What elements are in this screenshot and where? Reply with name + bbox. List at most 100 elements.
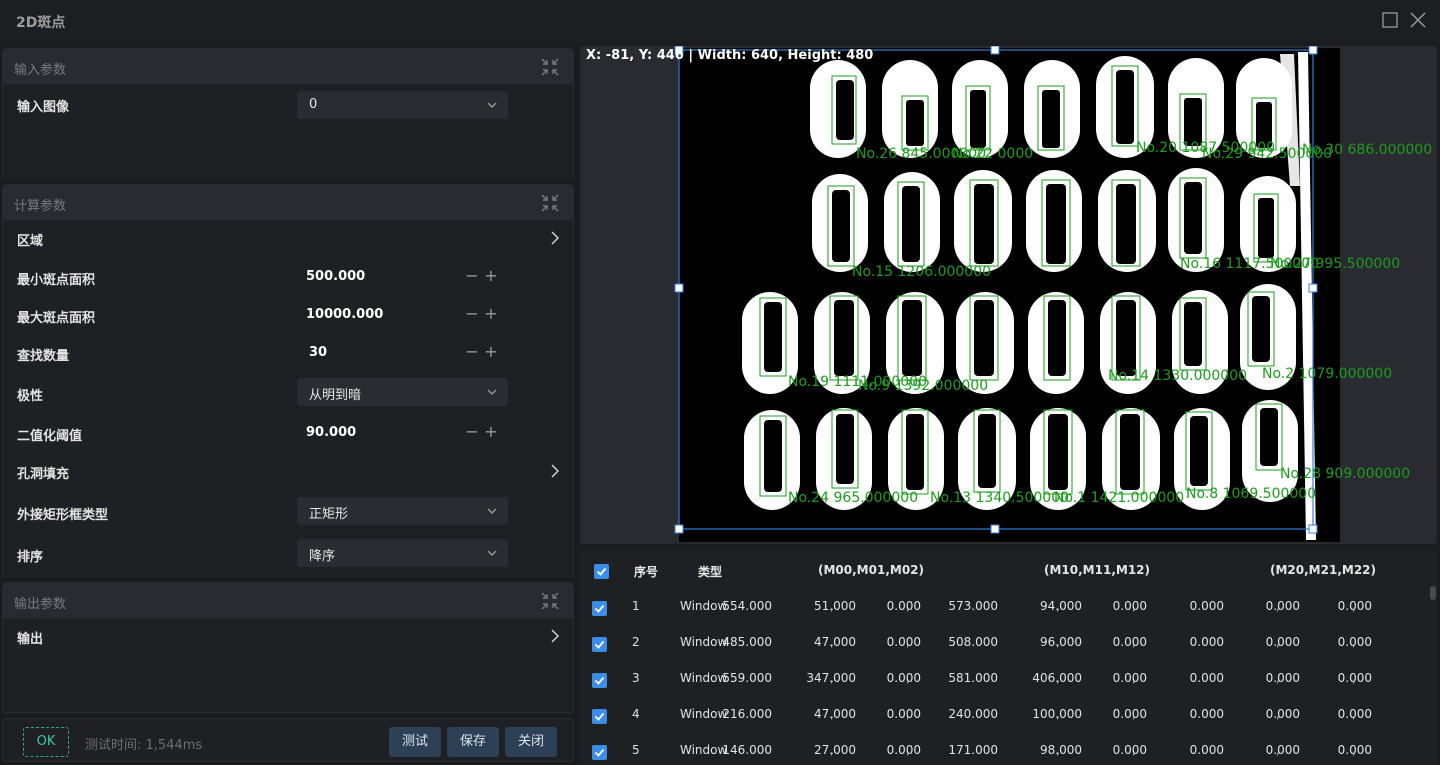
find-count-value[interactable]: 30 xyxy=(309,345,327,360)
min-area-label: 最小斑点面积 xyxy=(17,273,96,288)
footer-bar: OK 测试时间: 1,544ms 测试 保存 关闭 xyxy=(2,718,574,762)
max-area-label: 最大斑点面积 xyxy=(17,311,96,326)
separator-comma: , xyxy=(1276,635,1280,649)
separator-comma: , xyxy=(830,707,834,721)
find-count-stepper[interactable]: 30 − + xyxy=(297,339,508,367)
close-button[interactable]: 关闭 xyxy=(505,727,557,757)
table-cell-m11: 94.000 xyxy=(1040,599,1082,613)
increment-icon[interactable]: + xyxy=(483,343,499,361)
separator-comma: , xyxy=(906,671,910,685)
separator-comma: , xyxy=(1056,743,1060,757)
blob-label: No.14 1330.000000 xyxy=(1108,368,1248,384)
chevron-right-icon[interactable] xyxy=(549,629,561,643)
blob-label: No.8 1069.500000 xyxy=(1186,486,1317,502)
polarity-select[interactable]: 从明到暗 xyxy=(297,378,508,406)
chevron-right-icon[interactable] xyxy=(549,464,561,478)
table-cell-m01: 51.000 xyxy=(814,599,856,613)
bbox-type-select[interactable]: 正矩形 xyxy=(297,497,508,525)
image-viewer[interactable]: No.26 845.000000 No.22 0000 No.20 1087.500… xyxy=(580,46,1437,544)
separator-comma: , xyxy=(1276,707,1280,721)
calc-params-header[interactable]: 计算参数 xyxy=(2,184,574,220)
table-cell-m11: 98.000 xyxy=(1040,743,1082,757)
table-cell-m12: 0.000 xyxy=(1112,707,1147,721)
table-cell-m21: 0.000 xyxy=(1265,707,1300,721)
table-cell-m10: 171.000 xyxy=(948,743,998,757)
test-button[interactable]: 测试 xyxy=(389,727,441,757)
collapse-icon[interactable] xyxy=(540,57,560,77)
threshold-stepper[interactable]: 90.000 − + xyxy=(297,419,508,447)
increment-icon[interactable]: + xyxy=(483,267,499,285)
header-m0: (M00,M01,M02) xyxy=(818,563,925,577)
table-cell-m02: 0.000 xyxy=(886,743,921,757)
decrement-icon[interactable]: − xyxy=(464,423,480,441)
input-params-title: 输入参数 xyxy=(14,63,67,78)
table-cell-type: Window xyxy=(680,671,728,685)
separator-comma: , xyxy=(1132,635,1136,649)
separator-comma: , xyxy=(830,599,834,613)
test-time-text: 测试时间: 1,544ms xyxy=(85,738,203,753)
blob-label: No.27 995.500000 xyxy=(1270,256,1401,272)
max-area-stepper[interactable]: 10000.000 − + xyxy=(297,301,508,329)
output-params-body: 输出 xyxy=(2,618,574,713)
min-area-value[interactable]: 500.000 xyxy=(306,269,365,284)
row-checkbox[interactable] xyxy=(592,601,607,616)
close-icon[interactable] xyxy=(1408,10,1428,30)
table-cell-m10: 573.000 xyxy=(948,599,998,613)
region-label: 区域 xyxy=(17,234,44,249)
table-cell-m21: 0.000 xyxy=(1265,635,1300,649)
input-params-header[interactable]: 输入参数 xyxy=(2,48,574,84)
table-cell-m21: 0.000 xyxy=(1265,743,1300,757)
title-bar: 2D斑点 xyxy=(0,0,1440,42)
table-cell-type: Window xyxy=(680,635,728,649)
min-area-stepper[interactable]: 500.000 − + xyxy=(297,263,508,291)
sort-label: 排序 xyxy=(17,550,44,565)
separator-comma: , xyxy=(830,671,834,685)
separator-comma: , xyxy=(1132,743,1136,757)
input-image-select[interactable]: 0 xyxy=(297,91,508,119)
sort-select[interactable]: 降序 xyxy=(297,539,508,567)
increment-icon[interactable]: + xyxy=(483,305,499,323)
sort-value: 降序 xyxy=(309,549,336,564)
decrement-icon[interactable]: − xyxy=(464,267,480,285)
table-cell-m00: 216.000 xyxy=(722,707,772,721)
table-cell-m00: 485.000 xyxy=(722,635,772,649)
bbox-type-value: 正矩形 xyxy=(309,507,349,522)
row-checkbox[interactable] xyxy=(592,637,607,652)
status-ok-badge: OK xyxy=(23,727,69,757)
output-params-header[interactable]: 输出参数 xyxy=(2,582,574,618)
select-all-checkbox[interactable] xyxy=(594,564,609,579)
chevron-right-icon[interactable] xyxy=(549,231,561,245)
table-cell-m12: 0.000 xyxy=(1112,743,1147,757)
increment-icon[interactable]: + xyxy=(483,423,499,441)
table-scrollbar[interactable] xyxy=(1430,586,1436,600)
table-cell-m01: 47.000 xyxy=(814,707,856,721)
decrement-icon[interactable]: − xyxy=(464,305,480,323)
row-checkbox[interactable] xyxy=(592,709,607,724)
separator-comma: , xyxy=(1056,599,1060,613)
blob-label: No.9 1392.000000 xyxy=(858,378,989,394)
decrement-icon[interactable]: − xyxy=(464,343,480,361)
table-cell-m00: 559.000 xyxy=(722,671,772,685)
table-cell-type: Window xyxy=(680,707,728,721)
separator-comma: , xyxy=(1132,707,1136,721)
separator-comma: , xyxy=(1352,635,1356,649)
save-button[interactable]: 保存 xyxy=(447,727,499,757)
collapse-icon[interactable] xyxy=(540,193,560,213)
table-cell-m20: 0.000 xyxy=(1189,635,1224,649)
find-count-label: 查找数量 xyxy=(17,349,70,364)
table-cell-m01: 27.000 xyxy=(814,743,856,757)
input-image-label: 输入图像 xyxy=(17,100,70,115)
row-checkbox[interactable] xyxy=(592,673,607,688)
separator-comma: , xyxy=(906,707,910,721)
parameter-panel: 输入参数 输入图像 0 计算参数 区域 最小斑点面积 500.000 − + 最… xyxy=(0,46,577,713)
max-area-value[interactable]: 10000.000 xyxy=(306,307,383,322)
table-cell-m12: 0.000 xyxy=(1112,671,1147,685)
table-cell-m20: 0.000 xyxy=(1189,671,1224,685)
table-cell-m21: 0.000 xyxy=(1265,599,1300,613)
table-cell-idx: 3 xyxy=(632,671,640,685)
row-checkbox[interactable] xyxy=(592,745,607,760)
maximize-icon[interactable] xyxy=(1380,10,1400,30)
separator-comma: , xyxy=(1352,707,1356,721)
threshold-value[interactable]: 90.000 xyxy=(306,425,356,440)
collapse-icon[interactable] xyxy=(540,591,560,611)
